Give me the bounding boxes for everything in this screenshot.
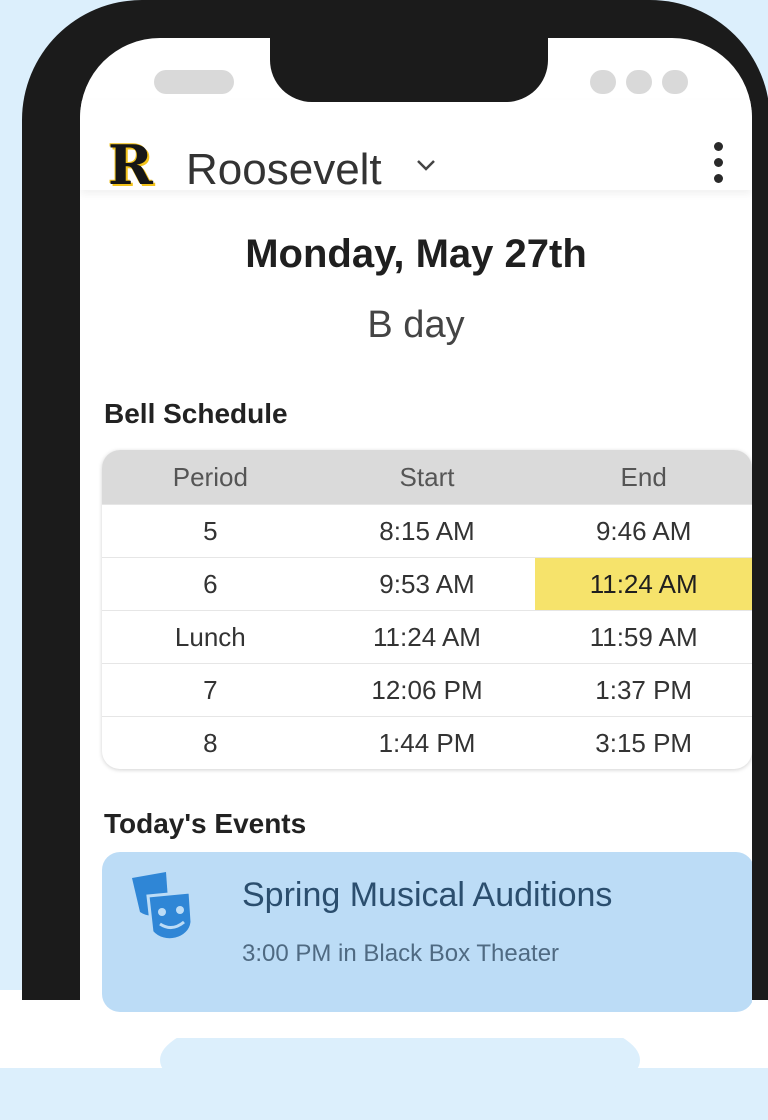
chevron-down-icon[interactable] [416,158,436,172]
period-cell: 8 [203,727,218,758]
event-title: Spring Musical Auditions [242,876,613,914]
period-cell: 7 [203,674,218,705]
status-dot [662,70,688,94]
end-cell: 3:15 PM [595,727,693,758]
status-dot [590,70,616,94]
start-cell: 12:06 PM [371,674,483,705]
bell-schedule-table: Period Start End 5 8:15 AM 9:46 AM 6 9:5… [102,450,752,769]
day-type: B day [367,304,465,346]
start-cell: 1:44 PM [378,727,476,758]
school-selector[interactable]: Roosevelt [186,148,382,192]
period-cell: 6 [203,568,218,599]
table-row: 6 9:53 AM 11:24 AM [102,557,752,610]
date-title: Monday, May 27th [245,232,587,276]
end-cell-highlighted: 11:24 AM [535,558,752,610]
end-cell: 1:37 PM [595,674,693,705]
table-row: Lunch 11:24 AM 11:59 AM [102,610,752,663]
table-row: 7 12:06 PM 1:37 PM [102,663,752,716]
table-row: 8 1:44 PM 3:15 PM [102,716,752,769]
phone-frame: R Roosevelt Monday, May 27th B day Bell … [22,0,768,1038]
table-row: 5 8:15 AM 9:46 AM [102,504,752,557]
start-cell: 9:53 AM [379,568,475,599]
end-cell: 9:46 AM [595,515,692,546]
start-cell: 8:15 AM [379,515,475,546]
status-pill [154,70,234,94]
event-card[interactable]: Spring Musical Auditions 3:00 PM in Blac… [102,852,752,1012]
app-bar: R Roosevelt [80,100,752,197]
phone-notch [270,0,548,102]
events-heading: Today's Events [104,808,307,839]
column-header-end: End [620,461,667,492]
more-menu-icon[interactable] [712,142,724,194]
school-logo: R [108,133,153,197]
table-header-row: Period Start End [102,450,752,504]
period-cell: 5 [203,515,218,546]
bell-schedule-heading: Bell Schedule [104,398,288,429]
event-detail: 3:00 PM in Black Box Theater [242,940,560,967]
theater-masks-icon [132,872,194,942]
column-header-period: Period [172,461,248,492]
end-cell: 11:59 AM [589,621,698,652]
start-cell: 11:24 AM [373,621,481,652]
column-header-start: Start [399,461,455,492]
period-cell: Lunch [174,621,246,652]
phone-screen: R Roosevelt Monday, May 27th B day Bell … [80,38,752,1038]
status-dot [626,70,652,94]
